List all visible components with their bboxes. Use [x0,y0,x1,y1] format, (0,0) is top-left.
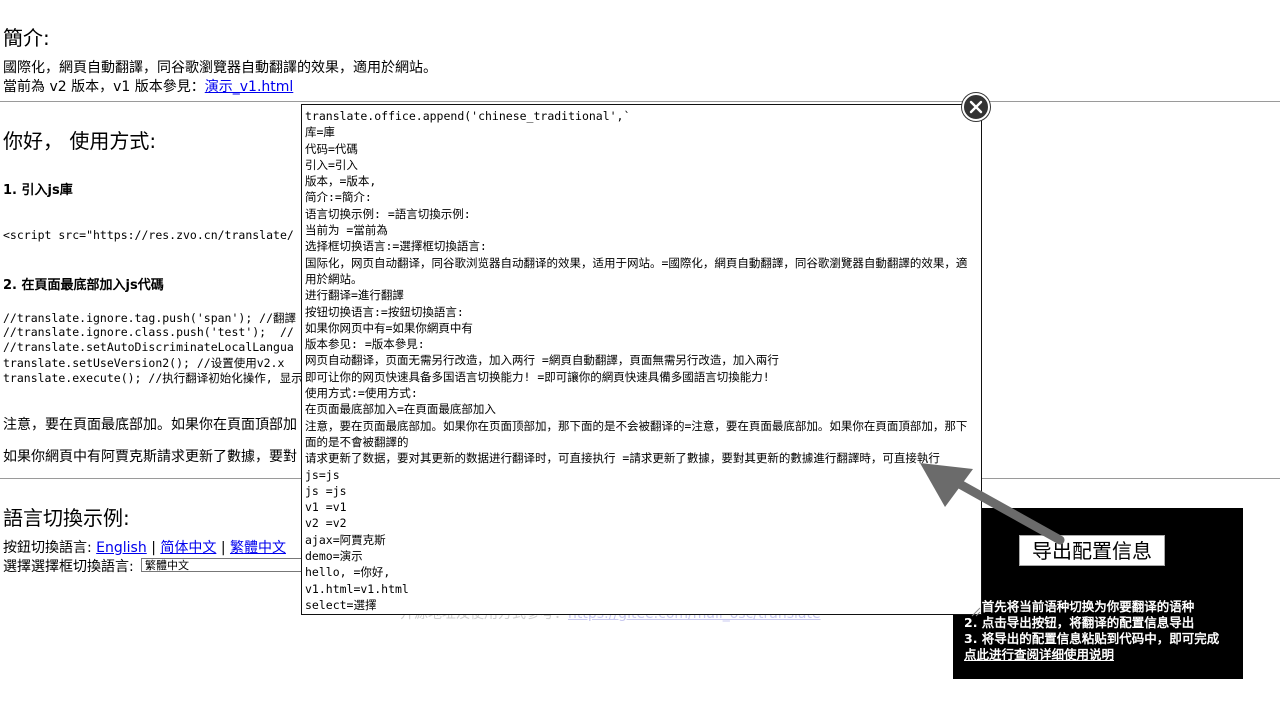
close-icon[interactable] [962,93,990,121]
step1-title: 1. 引入js庫 [3,183,73,198]
code-line: translate.execute(); //执行翻译初始化操作, 显示 [3,371,303,385]
config-textarea[interactable]: translate.office.append('chinese_traditi… [305,108,975,614]
intro-description: 國際化，網頁自動翻譯，同谷歌瀏覽器自動翻譯的效果，適用於網站。 [3,60,437,76]
code-line: //translate.ignore.tag.push('span'); //翻… [3,311,297,325]
step1-code: <script src="https://res.zvo.cn/translat… [3,228,294,242]
select-prefix: 選擇選擇框切換語言: [3,559,134,575]
lang-switch-heading: 語言切換示例: [3,506,130,530]
version-v1-link[interactable]: 演示_v1.html [205,79,294,95]
divider [0,101,1280,102]
separator: | [151,540,156,556]
code-line: //translate.setAutoDiscriminateLocalLang… [3,340,294,354]
note-bottom: 注意，要在頁面最底部加。如果你在頁面頂部加 [3,417,297,433]
step2-title: 2. 在頁面最底部加入js代碼 [3,278,164,293]
version-prefix: 當前為 v2 版本，v1 版本參見： [3,79,205,95]
config-popup: translate.office.append('chinese_traditi… [301,104,982,615]
lang-traditional-link[interactable]: 繁體中文 [230,540,286,556]
intro-heading: 簡介: [3,26,50,50]
lang-simplified-link[interactable]: 简体中文 [160,540,216,556]
code-line: //translate.ignore.class.push('test'); /… [3,325,294,339]
language-select[interactable]: 繁體中文 [141,558,311,572]
help-docs-link[interactable]: 点此进行查阅详细使用说明 [964,647,1114,662]
usage-heading: 你好， 使用方式: [3,129,157,153]
lang-buttons-prefix: 按鈕切換語言: [3,540,97,556]
info-help-row: 点此进行查阅详细使用说明 [964,644,1114,663]
code-line: translate.setUseVersion2(); //设置使用v2.x [3,356,292,370]
lang-english-link[interactable]: English [96,540,147,556]
lang-buttons-row: 按鈕切換語言: English | 简体中文 | 繁體中文 [3,537,286,557]
pointer-arrow-icon [915,455,1075,559]
separator: | [220,540,226,556]
version-line: 當前為 v2 版本，v1 版本參見：演示_v1.html [3,76,293,96]
resize-grip-icon[interactable] [969,602,981,617]
note-ajax: 如果你網頁中有阿賈克斯請求更新了數據，要對 [3,449,297,465]
